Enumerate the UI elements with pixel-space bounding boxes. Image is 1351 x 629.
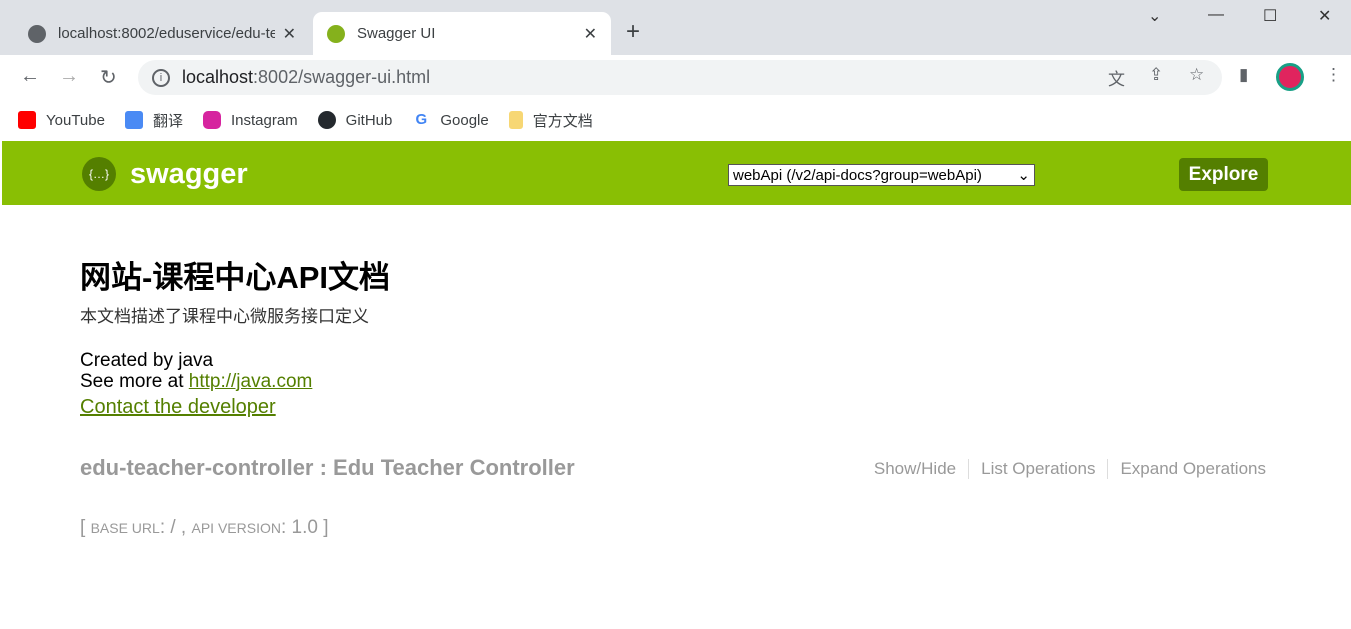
tab-search-icon[interactable]: ⌄ [1148,6,1161,26]
api-version: : 1.0 [280,517,324,538]
show-hide-link[interactable]: Show/Hide [862,459,970,479]
created-by: Created by java [80,350,214,371]
api-group-select[interactable]: webApi (/v2/api-docs?group=webApi) ⌄ [728,164,1035,186]
base-url: : / , [159,517,192,538]
bracket: ] [323,517,329,538]
tab-title: Swagger UI [357,25,436,42]
close-tab-icon[interactable]: ✕ [584,24,597,44]
bookmark-folder-docs[interactable]: 官方文档 [508,110,593,131]
bookmark-label: GitHub [345,111,393,129]
bookmarks-bar: YouTube 翻译 Instagram GitHub G Google 官方文档 [0,100,1351,140]
google-icon: G [415,111,428,128]
new-tab-icon[interactable]: + [626,18,640,46]
explore-button[interactable]: Explore [1179,158,1268,191]
resource-operations: Show/Hide List Operations Expand Operati… [862,459,1266,479]
side-panel-icon[interactable]: ▮ [1239,65,1248,85]
bookmark-instagram[interactable]: Instagram [202,111,298,129]
star-icon[interactable]: ☆ [1189,65,1204,85]
list-operations-link[interactable]: List Operations [969,459,1109,479]
chevron-down-icon: ⌄ [1017,167,1030,184]
maximize-icon[interactable]: ☐ [1263,6,1277,26]
bracket: [ [80,517,91,538]
tab-title: localhost:8002/eduservice/edu-teacher/fi… [58,25,275,42]
reload-icon[interactable]: ↻ [100,65,117,90]
instagram-icon [202,111,221,129]
page-title: 网站-课程中心API文档 [80,260,390,295]
google-translate-icon [124,111,143,129]
bookmark-github[interactable]: GitHub [317,111,393,129]
share-icon[interactable]: ⇪ [1149,65,1163,85]
bookmark-label: YouTube [46,111,105,129]
tab-eduservice[interactable]: localhost:8002/eduservice/edu-teacher/fi… [14,12,310,55]
swagger-brand: swagger [130,157,248,190]
github-icon [317,111,336,129]
forward-icon[interactable]: → [59,65,79,88]
api-version-label: API VERSION [191,520,281,536]
minimize-icon[interactable]: — [1208,6,1224,24]
globe-icon [28,24,46,43]
address-bar[interactable]: i localhost:8002/swagger-ui.html [138,60,1222,95]
swagger-logo-icon: {…} [82,157,116,191]
close-tab-icon[interactable]: ✕ [283,24,296,44]
bookmark-label: Instagram [230,111,298,129]
bookmark-translate[interactable]: 翻译 [124,110,183,131]
url-host: localhost [182,67,254,87]
bookmark-youtube[interactable]: YouTube [18,111,105,129]
translate-icon[interactable]: 文 [1108,65,1125,90]
api-footer: [ BASE URL: / , API VERSION: 1.0 ] [80,517,329,539]
swagger-logo[interactable]: {…} swagger [82,157,248,191]
see-more-label: See more at [80,371,189,392]
close-window-icon[interactable]: ✕ [1318,6,1331,26]
tab-strip: localhost:8002/eduservice/edu-teacher/fi… [0,0,1351,55]
api-info: Created by java See more at http://java.… [80,350,312,392]
resource-title[interactable]: edu-teacher-controller : Edu Teacher Con… [80,455,575,481]
menu-icon[interactable]: ⋮ [1325,65,1342,85]
bookmark-label: 翻译 [152,112,183,130]
folder-icon [508,111,523,129]
youtube-icon [18,111,36,129]
bookmark-label: Google [440,111,489,129]
swagger-header: {…} swagger webApi (/v2/api-docs?group=w… [2,141,1351,205]
browser-toolbar: ← → ↻ i localhost:8002/swagger-ui.html 文… [0,55,1351,100]
swagger-icon [327,24,345,43]
bookmark-google[interactable]: G Google [412,111,489,129]
api-group-selected: webApi (/v2/api-docs?group=webApi) [733,166,982,184]
info-icon[interactable]: i [152,68,170,87]
back-icon[interactable]: ← [20,65,40,88]
url-path: :8002/swagger-ui.html [253,67,431,87]
api-description: 本文档描述了课程中心微服务接口定义 [80,307,369,326]
base-url-label: BASE URL [90,520,160,536]
expand-operations-link[interactable]: Expand Operations [1108,459,1266,479]
profile-avatar[interactable] [1276,63,1304,91]
bookmark-label: 官方文档 [532,112,593,130]
contact-developer-link[interactable]: Contact the developer [80,396,276,419]
terms-link[interactable]: http://java.com [189,371,313,392]
tab-swagger[interactable]: Swagger UI ✕ [313,12,611,55]
